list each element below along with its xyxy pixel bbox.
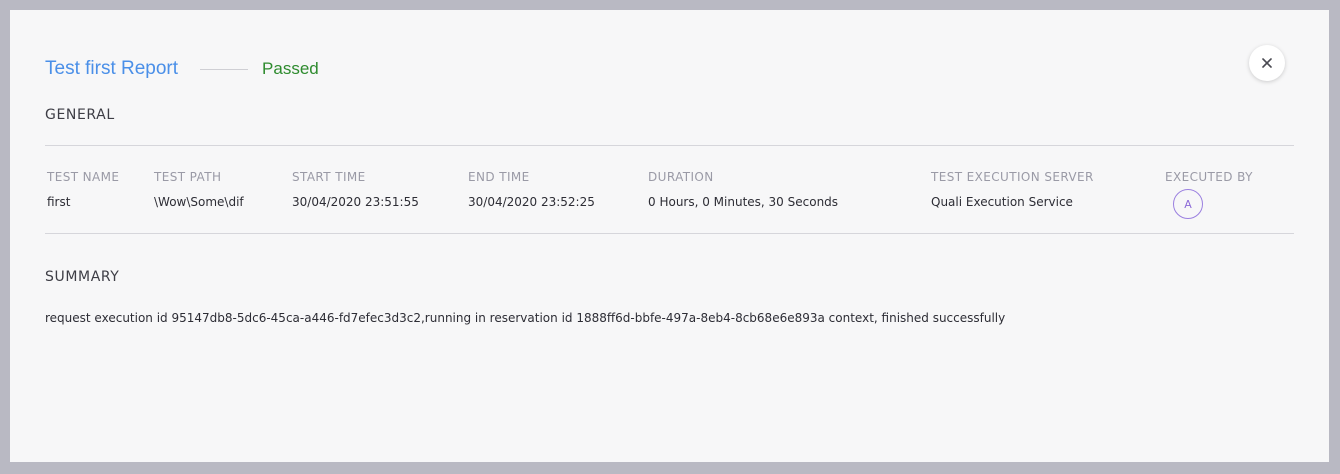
general-divider-top [45, 145, 1294, 146]
field-label: EXECUTED BY [1165, 170, 1253, 184]
summary-text: request execution id 95147db8-5dc6-45ca-… [45, 311, 1006, 325]
summary-heading: SUMMARY [45, 269, 120, 285]
field-test-name: TEST NAME first [47, 170, 119, 209]
avatar[interactable]: A [1173, 189, 1203, 219]
general-divider-bottom [45, 233, 1294, 234]
field-value: 30/04/2020 23:52:25 [468, 195, 595, 209]
field-value: first [47, 195, 71, 209]
field-label: TEST EXECUTION SERVER [931, 170, 1094, 184]
close-icon [1262, 58, 1272, 68]
field-end-time: END TIME 30/04/2020 23:52:25 [468, 170, 595, 209]
field-label: END TIME [468, 170, 530, 184]
field-label: START TIME [292, 170, 366, 184]
close-button[interactable] [1249, 45, 1285, 81]
field-test-path: TEST PATH \Wow\Some\dif [154, 170, 244, 209]
field-start-time: START TIME 30/04/2020 23:51:55 [292, 170, 419, 209]
report-header: Test first Report Passed [45, 56, 319, 82]
field-value: \Wow\Some\dif [154, 195, 244, 209]
field-duration: DURATION 0 Hours, 0 Minutes, 30 Seconds [648, 170, 838, 209]
field-execution-server: TEST EXECUTION SERVER Quali Execution Se… [931, 170, 1094, 209]
field-label: TEST NAME [47, 170, 120, 184]
field-value: 0 Hours, 0 Minutes, 30 Seconds [648, 195, 839, 209]
general-heading: GENERAL [45, 107, 115, 123]
field-label: TEST PATH [154, 170, 222, 184]
test-report-modal: Test first Report Passed GENERAL TEST NA… [10, 10, 1329, 462]
field-executed-by: EXECUTED BY A [1165, 170, 1253, 219]
field-value: 30/04/2020 23:51:55 [292, 195, 419, 209]
title-separator [200, 68, 249, 70]
field-label: DURATION [648, 170, 714, 184]
field-value: Quali Execution Service [931, 195, 1073, 209]
status-badge: Passed [262, 59, 319, 78]
report-title: Test first Report [45, 58, 179, 79]
